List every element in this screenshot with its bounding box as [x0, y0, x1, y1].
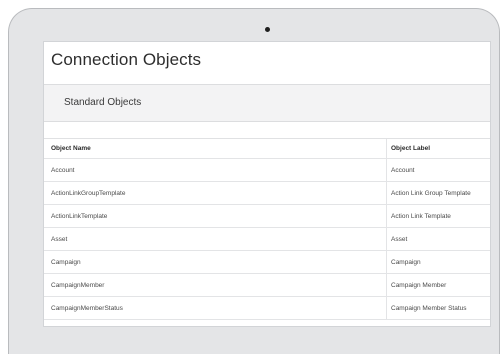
table-row[interactable]: Campaign Campaign [44, 251, 490, 274]
object-label-cell: Action Link Group Template [386, 182, 490, 204]
object-name-cell[interactable]: Asset [51, 228, 381, 250]
object-label-cell: Campaign [386, 251, 490, 273]
table-row[interactable]: Account Account [44, 159, 490, 182]
object-name-cell[interactable]: CampaignMember [51, 274, 381, 296]
object-label-cell: Asset [386, 228, 490, 250]
object-name-cell[interactable]: Campaign [51, 251, 381, 273]
object-name-cell[interactable]: Account [51, 159, 381, 181]
table-row[interactable]: CampaignMemberStatus Campaign Member Sta… [44, 297, 490, 320]
page-title: Connection Objects [51, 50, 202, 69]
object-label-cell: Campaign Member Status [386, 297, 490, 319]
column-header-object-name[interactable]: Object Name [51, 139, 381, 158]
table-row[interactable]: Asset Asset [44, 228, 490, 251]
table-row[interactable]: CampaignMember Campaign Member [44, 274, 490, 297]
object-label-cell: Account [386, 159, 490, 181]
webcam-icon [265, 27, 270, 32]
object-name-cell[interactable]: ActionLinkGroupTemplate [51, 182, 381, 204]
table-row[interactable]: ActionLinkGroupTemplate Action Link Grou… [44, 182, 490, 205]
objects-table: Object Name Object Label Account Account… [44, 138, 490, 320]
table-row[interactable]: ActionLinkTemplate Action Link Template [44, 205, 490, 228]
screen: Connection Objects Standard Objects Obje… [43, 41, 491, 327]
object-label-cell: Campaign Member [386, 274, 490, 296]
table-header-row: Object Name Object Label [44, 139, 490, 159]
column-header-object-label[interactable]: Object Label [386, 139, 490, 158]
object-name-cell[interactable]: ActionLinkTemplate [51, 205, 381, 227]
object-label-cell: Action Link Template [386, 205, 490, 227]
section-title: Standard Objects [64, 97, 142, 108]
section-header: Standard Objects [44, 84, 490, 122]
object-name-cell[interactable]: CampaignMemberStatus [51, 297, 381, 319]
laptop-frame: Connection Objects Standard Objects Obje… [8, 8, 500, 354]
